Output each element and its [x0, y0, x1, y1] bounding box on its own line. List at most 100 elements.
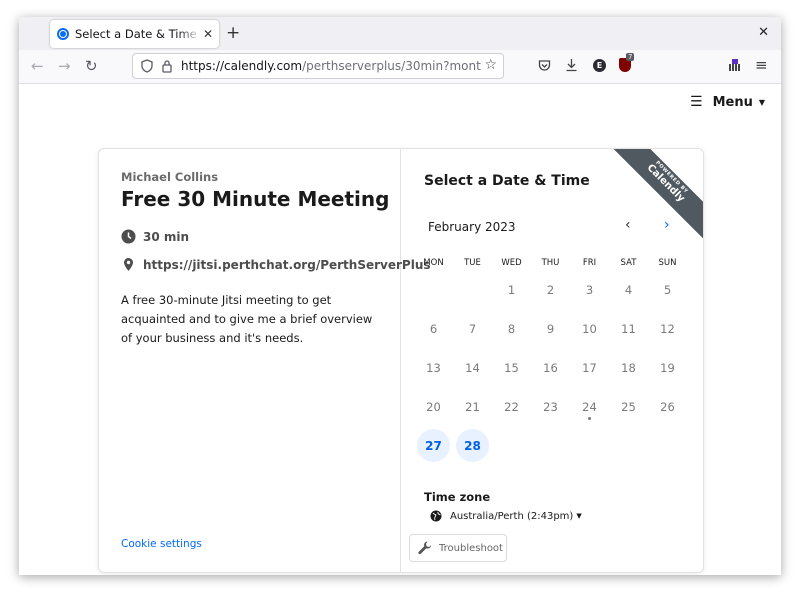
- calendar-week-row: 20 21 22 23 24 25 26: [414, 390, 687, 423]
- plus-icon[interactable]: +: [226, 23, 240, 43]
- extension-e-icon[interactable]: E: [593, 59, 606, 72]
- empty-day-cell: [573, 429, 606, 462]
- weekday-label: TUE: [464, 258, 481, 268]
- download-icon[interactable]: [565, 58, 578, 72]
- navigation-toolbar: ← → ↻ https://calendly.com/perthserverpl…: [19, 50, 781, 84]
- clock-icon: [121, 229, 136, 244]
- empty-day-cell: [417, 273, 450, 306]
- back-arrow-icon[interactable]: ←: [31, 57, 44, 75]
- url-path: /perthserverplus/30min?month=2023-02: [302, 59, 481, 73]
- empty-day-cell: [651, 429, 684, 462]
- day-21: 21: [465, 399, 480, 414]
- day-14: 14: [465, 360, 480, 375]
- menu-label: Menu: [712, 94, 753, 110]
- weekday-label: FRI: [582, 258, 597, 268]
- troubleshoot-label: Troubleshoot: [439, 542, 503, 554]
- empty-day-cell: [612, 429, 645, 462]
- available-day-28[interactable]: 28: [456, 429, 489, 462]
- event-description: A free 30-minute Jitsi meeting to get ac…: [121, 293, 373, 345]
- weekday-label: WED: [501, 258, 522, 268]
- next-month-chevron-icon[interactable]: ›: [664, 217, 670, 233]
- bookmark-star-icon[interactable]: ☆: [484, 57, 497, 73]
- day-26: 26: [660, 399, 675, 414]
- troubleshoot-button[interactable]: Troubleshoot: [409, 534, 507, 562]
- location-link[interactable]: https://jitsi.perthchat.org/PerthServerP…: [143, 258, 431, 272]
- browser-window: Select a Date & Time - Calendly ✕ + ✕ ← …: [19, 17, 781, 575]
- tab-title: Select a Date & Time - Calendly: [75, 27, 201, 41]
- day-12: 12: [660, 321, 675, 336]
- calendly-favicon-icon: [57, 28, 69, 40]
- location-pin-icon: [124, 258, 133, 271]
- close-window-icon[interactable]: ✕: [758, 25, 769, 40]
- day-13: 13: [426, 360, 441, 375]
- day-2: 2: [546, 282, 555, 297]
- timezone-select[interactable]: Australia/Perth (2:43pm) ▼: [430, 510, 582, 522]
- address-bar[interactable]: https://calendly.com/perthserverplus/30m…: [132, 53, 504, 79]
- browser-tab[interactable]: Select a Date & Time - Calendly ✕: [50, 20, 219, 48]
- calendar-week-row: 27 28: [414, 429, 687, 462]
- day-20: 20: [426, 399, 441, 414]
- globe-icon: [430, 510, 442, 522]
- day-24: 24: [573, 390, 606, 423]
- day-25: 25: [621, 399, 636, 414]
- weekday-label: MON: [423, 258, 444, 268]
- lock-icon[interactable]: [161, 59, 173, 73]
- weekday-label: SUN: [658, 258, 677, 268]
- empty-day-cell: [495, 429, 528, 462]
- close-tab-icon[interactable]: ✕: [203, 27, 213, 41]
- pocket-icon[interactable]: [538, 59, 551, 72]
- day-17: 17: [582, 360, 597, 375]
- cookie-settings-link[interactable]: Cookie settings: [121, 538, 202, 550]
- booking-card: Michael Collins Free 30 Minute Meeting 3…: [98, 148, 704, 573]
- extension-badge: 7: [626, 53, 635, 61]
- day-10: 10: [582, 321, 597, 336]
- day-3: 3: [585, 282, 594, 297]
- empty-day-cell: [456, 273, 489, 306]
- reload-icon[interactable]: ↻: [85, 57, 98, 75]
- tracking-shield-icon[interactable]: [141, 59, 153, 73]
- timezone-value: Australia/Perth (2:43pm): [450, 510, 574, 522]
- caret-down-icon: ▼: [576, 512, 582, 520]
- day-11: 11: [621, 321, 636, 336]
- tab-bar: Select a Date & Time - Calendly ✕ + ✕: [19, 17, 781, 50]
- url-host: https://calendly.com: [181, 59, 303, 73]
- calendar-week-row: 1 2 3 4 5: [414, 273, 687, 306]
- day-22: 22: [504, 399, 519, 414]
- duration-text: 30 min: [143, 229, 190, 244]
- day-5: 5: [663, 282, 672, 297]
- wrench-icon: [418, 541, 432, 555]
- forward-arrow-icon[interactable]: →: [58, 57, 71, 75]
- location-row: https://jitsi.perthchat.org/PerthServerP…: [121, 257, 431, 272]
- day-7: 7: [468, 321, 477, 336]
- day-23: 23: [543, 399, 558, 414]
- day-6: 6: [429, 321, 438, 336]
- page-content: ☰ Menu ▼ Michael Collins Free 30 Minute …: [19, 84, 781, 575]
- day-19: 19: [660, 360, 675, 375]
- date-picker-title: Select a Date & Time: [424, 173, 590, 189]
- day-16: 16: [543, 360, 558, 375]
- weekday-label: THU: [541, 258, 560, 268]
- day-15: 15: [504, 360, 519, 375]
- weekday-label: SAT: [620, 258, 637, 268]
- calendar-week-row: 6 7 8 9 10 11 12: [414, 312, 687, 345]
- event-title: Free 30 Minute Meeting: [121, 187, 390, 211]
- timezone-label: Time zone: [424, 490, 491, 504]
- duration-row: 30 min: [121, 229, 189, 244]
- url-text[interactable]: https://calendly.com/perthserverplus/30m…: [181, 59, 481, 73]
- host-name: Michael Collins: [121, 170, 219, 184]
- previous-month-chevron-icon[interactable]: ‹: [625, 217, 631, 233]
- calendar-week-row: 13 14 15 16 17 18 19: [414, 351, 687, 384]
- hamburger-icon: ☰: [690, 94, 703, 110]
- app-menu-icon[interactable]: ≡: [755, 56, 768, 74]
- page-menu-button[interactable]: ☰ Menu ▼: [690, 94, 765, 110]
- available-day-27[interactable]: 27: [417, 429, 450, 462]
- day-9: 9: [546, 321, 555, 336]
- day-1: 1: [507, 282, 516, 297]
- empty-day-cell: [534, 429, 567, 462]
- extension-grid-icon[interactable]: [728, 59, 741, 72]
- event-details-pane: Michael Collins Free 30 Minute Meeting 3…: [99, 149, 431, 572]
- date-picker-pane: POWERED BY Calendly Select a Date & Time…: [401, 149, 703, 572]
- day-8: 8: [507, 321, 516, 336]
- month-label: February 2023: [428, 220, 516, 234]
- weekday-header: MON TUE WED THU FRI SAT SUN: [414, 258, 687, 268]
